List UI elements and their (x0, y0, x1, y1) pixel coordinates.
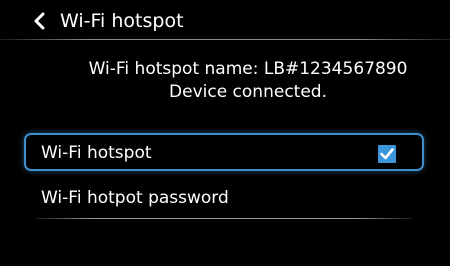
back-button[interactable] (28, 10, 50, 32)
wifi-hotspot-toggle-row[interactable]: Wi-Fi hotspot (24, 133, 424, 171)
hotspot-screen: Wi-Fi hotspot Wi-Fi hotspot name: LB#123… (0, 0, 450, 266)
hotspot-name-text: Wi-Fi hotspot name: LB#1234567890 (88, 59, 408, 79)
chevron-left-icon (32, 12, 46, 30)
header-divider (0, 39, 450, 40)
checkbox-checked-icon[interactable] (378, 145, 396, 163)
list-divider (36, 218, 412, 219)
wifi-hotspot-password-label: Wi-Fi hotpot password (41, 188, 229, 208)
page-title: Wi-Fi hotspot (60, 10, 184, 32)
wifi-hotspot-password-row[interactable]: Wi-Fi hotpot password (24, 180, 424, 216)
wifi-hotspot-label: Wi-Fi hotspot (41, 143, 152, 163)
connection-status-text: Device connected. (169, 82, 327, 102)
header-bar: Wi-Fi hotspot (0, 0, 450, 40)
hotspot-info: Wi-Fi hotspot name: LB#1234567890 Device… (0, 58, 450, 104)
